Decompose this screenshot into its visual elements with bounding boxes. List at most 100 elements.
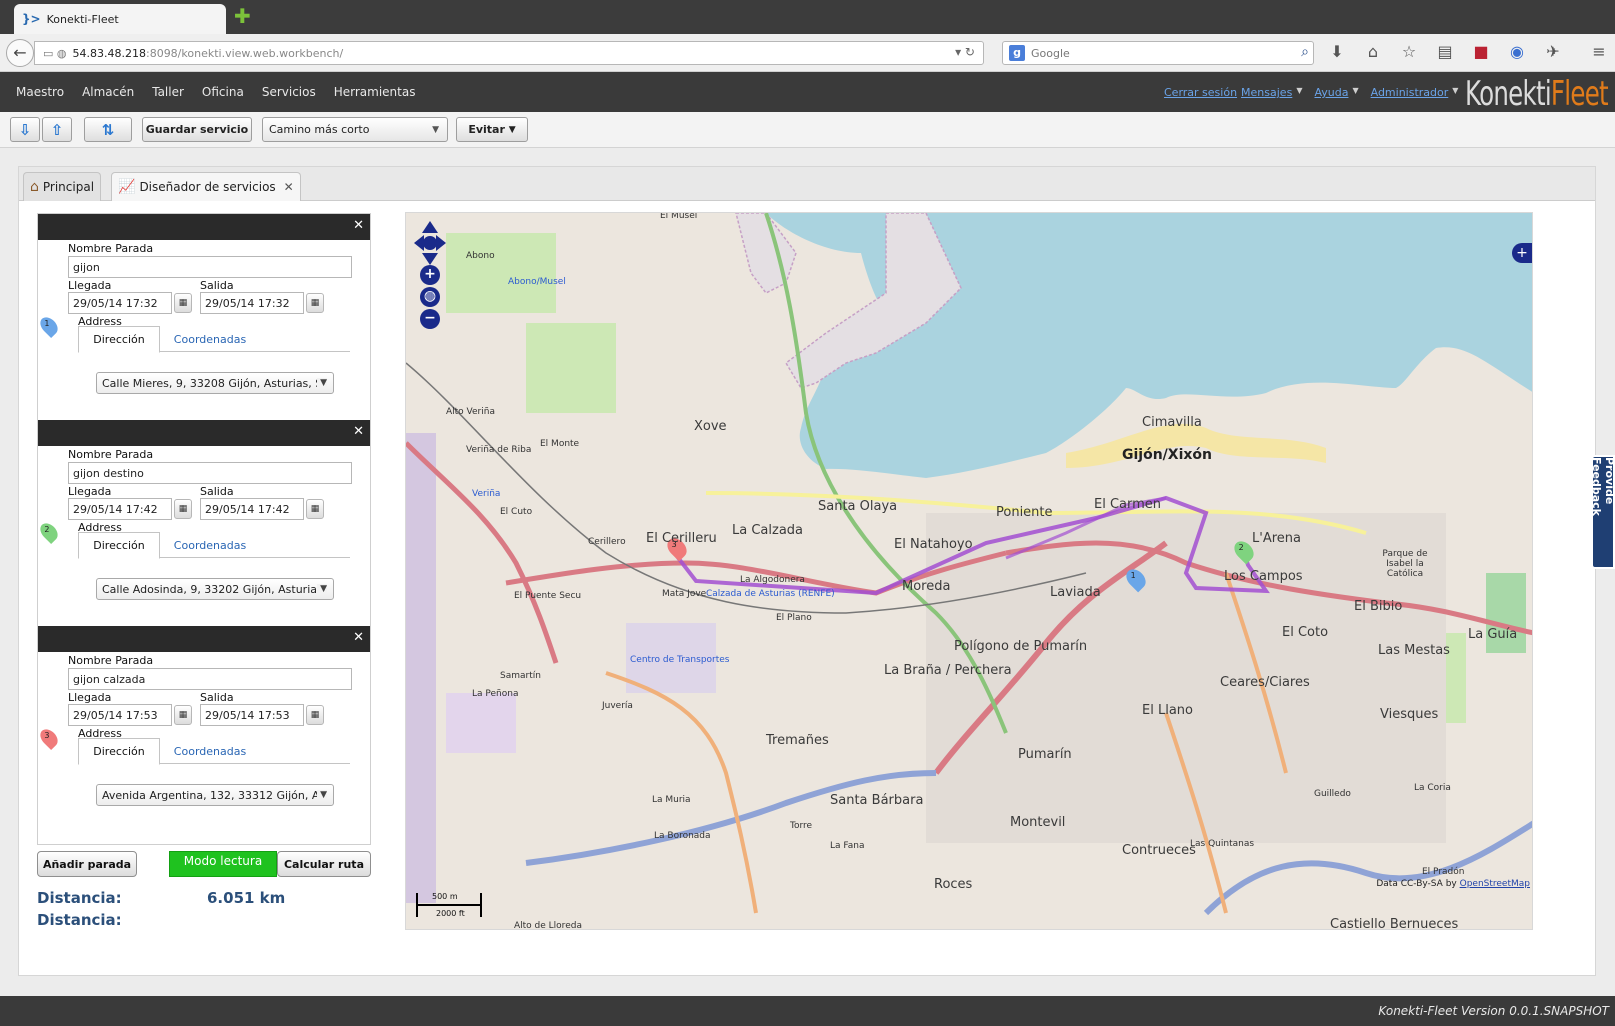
tab-direccion[interactable]: Dirección [78, 738, 160, 765]
map-label: Gijón/Xixón [1122, 447, 1212, 463]
arrival-input[interactable]: 29/05/14 17:42 [68, 498, 172, 520]
stop-card: ✕ Nombre Parada gijon destino Llegada Sa… [36, 420, 370, 626]
layer-switcher-button[interactable]: + [1512, 243, 1532, 263]
map-attribution: Data CC-By-SA by OpenStreetMap [1376, 879, 1530, 889]
openstreetmap-link[interactable]: OpenStreetMap [1460, 879, 1530, 889]
search-bar[interactable]: g Google ⌕ [1002, 41, 1314, 65]
menu-almacen[interactable]: Almacén [82, 85, 134, 99]
map-label: El Cerilleru [646, 531, 717, 546]
browser-toolbar-icons: ⬇ ⌂ ☆ ▤ ■ ◉ ✈ ≡ [1326, 42, 1610, 61]
swap-button[interactable]: ⇅ [84, 117, 132, 142]
departure-input[interactable]: 29/05/14 17:42 [200, 498, 304, 520]
tab-disenador[interactable]: 📈 Diseñador de servicios ✕ [111, 172, 301, 201]
address-select[interactable]: Avenida Argentina, 132, 33312 Gijón, As ▼ [96, 784, 334, 806]
bookmark-star-icon[interactable]: ☆ [1398, 42, 1420, 61]
chevron-down-icon: ▼ [1296, 86, 1303, 95]
avoid-label: Evitar [468, 123, 505, 136]
read-mode-button[interactable]: Modo lectura [169, 851, 277, 877]
map-label: Abono/Musel [508, 277, 566, 287]
reload-icon[interactable]: ▾ ↻ [955, 45, 975, 59]
map-label: La Fana [830, 841, 865, 851]
search-icon[interactable]: ⌕ [1301, 44, 1309, 60]
route-mode-select[interactable]: Camino más corto ▼ [262, 117, 448, 142]
move-up-button[interactable]: ⇧ [42, 117, 72, 142]
help-link[interactable]: Ayuda [1314, 86, 1348, 99]
pan-control[interactable] [414, 221, 446, 265]
addon-icon[interactable]: ■ [1470, 42, 1492, 61]
map-label: El Musel [660, 212, 698, 221]
close-icon[interactable]: ✕ [353, 424, 364, 439]
stop-pin-icon: 3 [36, 725, 62, 751]
tab-direccion[interactable]: Dirección [78, 532, 160, 559]
map-label: Laviada [1050, 585, 1101, 600]
zoom-world-button[interactable]: ◍ [420, 287, 440, 307]
menu-servicios[interactable]: Servicios [262, 85, 316, 99]
tab-coordenadas[interactable]: Coordenadas [168, 532, 252, 559]
route-map[interactable]: 3 1 2 Cimavilla Gijón/Xixón El Carmen Po… [405, 212, 1533, 930]
new-tab-icon[interactable]: ✚ [234, 6, 251, 26]
distance-label: Distancia: [37, 889, 122, 907]
menu-maestro[interactable]: Maestro [16, 85, 64, 99]
app-header: Maestro Almacén Taller Oficina Servicios… [0, 72, 1615, 114]
back-button[interactable]: ← [6, 39, 34, 67]
reader-icon[interactable]: ▤ [1434, 42, 1456, 61]
browser-tab[interactable]: }> Konekti-Fleet [14, 4, 226, 34]
arrival-input[interactable]: 29/05/14 17:32 [68, 292, 172, 314]
close-icon[interactable]: ✕ [284, 180, 294, 194]
address-select[interactable]: Calle Mieres, 9, 33208 Gijón, Asturias, … [96, 372, 334, 394]
search-placeholder: Google [1031, 46, 1070, 60]
calendar-icon[interactable]: ▦ [174, 499, 192, 519]
arrival-input[interactable]: 29/05/14 17:53 [68, 704, 172, 726]
stop-pin-icon: 2 [36, 519, 62, 545]
menu-herramientas[interactable]: Herramientas [334, 85, 416, 99]
calendar-icon[interactable]: ▦ [306, 705, 324, 725]
stop-name-input[interactable]: gijon destino [68, 462, 352, 484]
menu-taller[interactable]: Taller [152, 85, 184, 99]
feedback-button[interactable]: Provide Feedback [1590, 455, 1615, 569]
download-icon[interactable]: ⬇ [1326, 42, 1348, 61]
addon3-icon[interactable]: ✈ [1542, 42, 1564, 61]
browser-navbar: ← ▭ ◍ 54.83.48.218 :8098/konekti.view.we… [0, 34, 1615, 72]
close-icon[interactable]: ✕ [353, 218, 364, 233]
address-select[interactable]: Calle Adosinda, 9, 33202 Gijón, Asturias… [96, 578, 334, 600]
menu-oficina[interactable]: Oficina [202, 85, 244, 99]
calculate-route-button[interactable]: Calcular ruta [277, 851, 371, 877]
calendar-icon[interactable]: ▦ [306, 293, 324, 313]
menu-icon[interactable]: ≡ [1588, 42, 1610, 61]
map-label: Ceares/Ciares [1220, 675, 1310, 690]
addon2-icon[interactable]: ◉ [1506, 42, 1528, 61]
calendar-icon[interactable]: ▦ [306, 499, 324, 519]
tab-principal[interactable]: ⌂ Principal [23, 172, 102, 201]
home-icon[interactable]: ⌂ [1362, 42, 1384, 61]
map-label: Tremañes [766, 733, 829, 748]
save-service-button[interactable]: Guardar servicio [142, 117, 252, 142]
close-icon[interactable]: ✕ [353, 630, 364, 645]
map-label: Cimavilla [1142, 415, 1202, 430]
calendar-icon[interactable]: ▦ [174, 705, 192, 725]
distance-label-2: Distancia: [37, 911, 122, 929]
zoom-out-button[interactable]: − [420, 309, 440, 329]
map-label: La Muria [652, 795, 691, 805]
map-label: Alto de Lloreda [514, 921, 582, 930]
logout-link[interactable]: Cerrar sesión [1164, 86, 1237, 99]
admin-link[interactable]: Administrador [1371, 86, 1449, 99]
calendar-icon[interactable]: ▦ [174, 293, 192, 313]
tab-direccion[interactable]: Dirección [78, 326, 160, 353]
tab-coordenadas[interactable]: Coordenadas [168, 326, 252, 353]
departure-input[interactable]: 29/05/14 17:32 [200, 292, 304, 314]
departure-input[interactable]: 29/05/14 17:53 [200, 704, 304, 726]
tab-coordenadas[interactable]: Coordenadas [168, 738, 252, 765]
arrival-label: Llegada [68, 279, 112, 292]
move-down-button[interactable]: ⇩ [10, 117, 40, 142]
map-label: Alto Veriña [446, 407, 495, 417]
avoid-button[interactable]: Evitar ▼ [456, 117, 528, 142]
chevron-down-icon: ▼ [508, 124, 516, 135]
stop-name-input[interactable]: gijon [68, 256, 352, 278]
browser-tab-title: Konekti-Fleet [46, 12, 119, 26]
stop-name-input[interactable]: gijon calzada [68, 668, 352, 690]
messages-link[interactable]: Mensajes [1241, 86, 1292, 99]
arrival-label: Llegada [68, 691, 112, 704]
address-bar[interactable]: ▭ ◍ 54.83.48.218 :8098/konekti.view.web.… [34, 41, 984, 65]
zoom-in-button[interactable]: + [420, 265, 440, 285]
add-stop-button[interactable]: Añadir parada [37, 851, 137, 877]
